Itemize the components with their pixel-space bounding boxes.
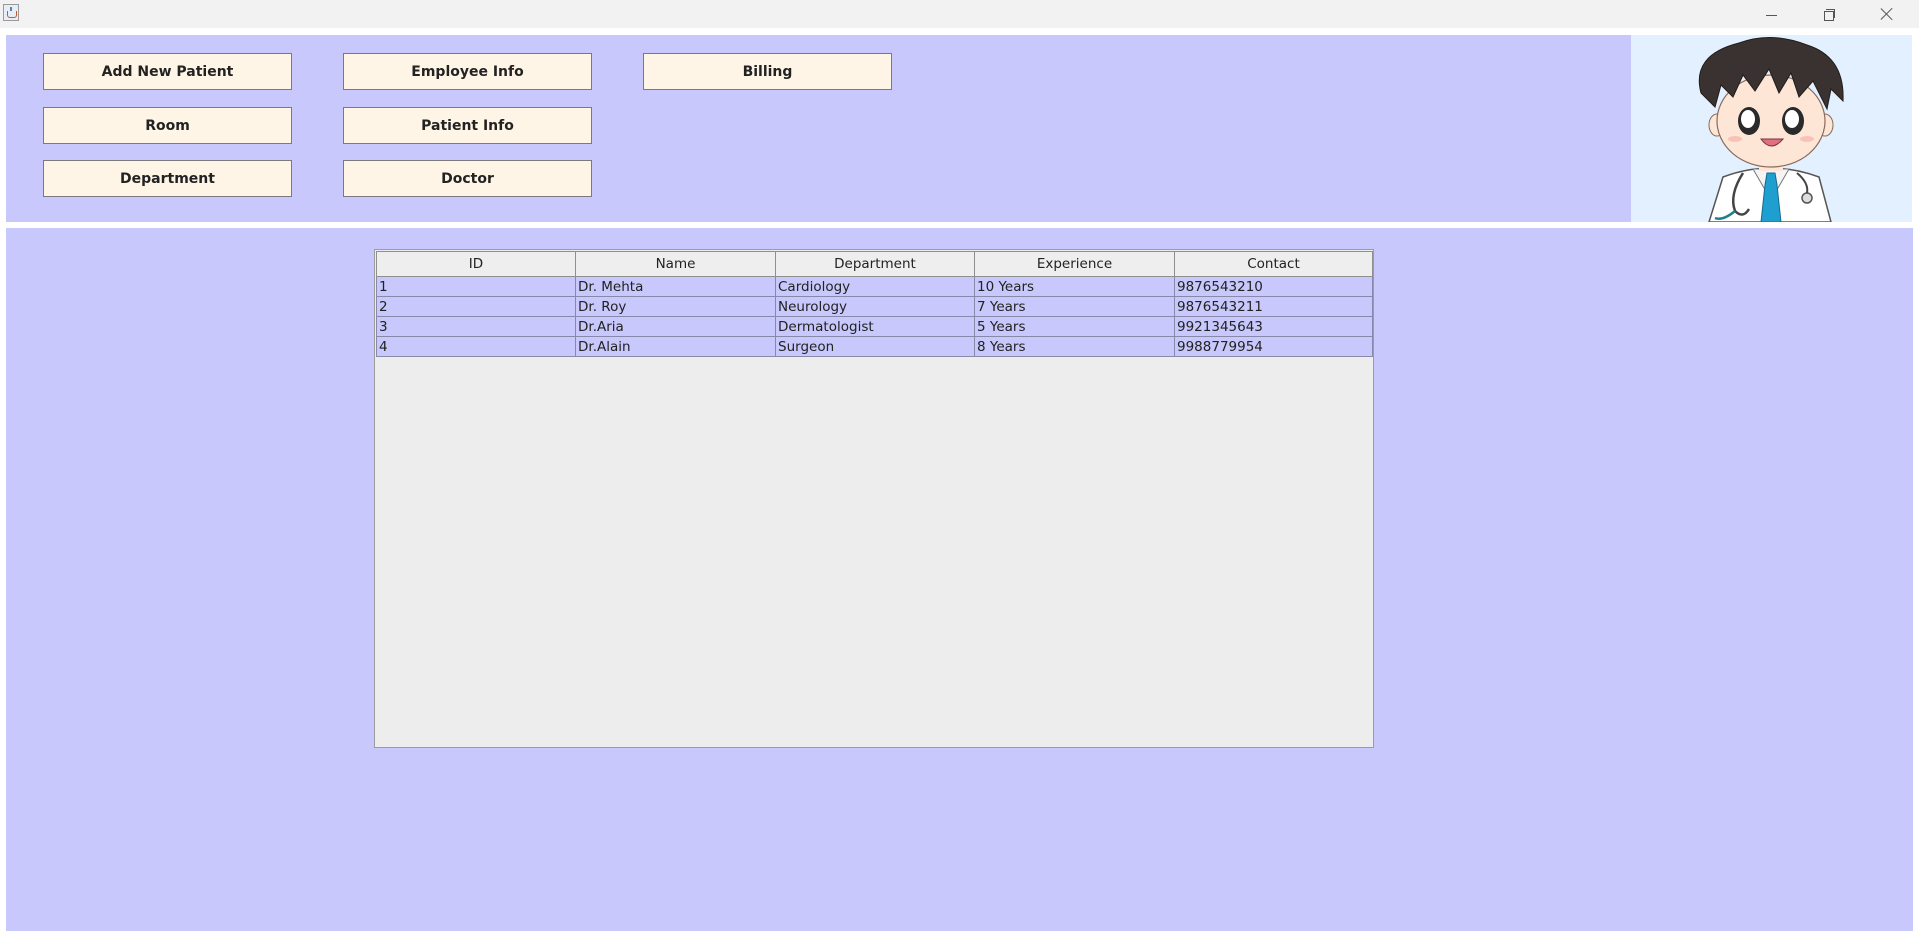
patient-info-button[interactable]: Patient Info bbox=[343, 107, 592, 144]
cell-department[interactable]: Dermatologist bbox=[775, 316, 975, 337]
doctor-button[interactable]: Doctor bbox=[343, 160, 592, 197]
cell-department[interactable]: Surgeon bbox=[775, 336, 975, 357]
cell-experience[interactable]: 10 Years bbox=[974, 276, 1175, 297]
close-button[interactable] bbox=[1858, 0, 1916, 28]
table-row[interactable]: 4 Dr.Alain Surgeon 8 Years 9988779954 bbox=[376, 336, 1373, 357]
table-row[interactable]: 1 Dr. Mehta Cardiology 10 Years 98765432… bbox=[376, 276, 1373, 297]
cell-name[interactable]: Dr.Alain bbox=[575, 336, 776, 357]
add-new-patient-button[interactable]: Add New Patient bbox=[43, 53, 292, 90]
table-header-row: ID Name Department Experience Contact bbox=[376, 251, 1373, 277]
column-header-experience[interactable]: Experience bbox=[974, 251, 1175, 277]
cell-contact[interactable]: 9876543210 bbox=[1174, 276, 1373, 297]
cell-experience[interactable]: 5 Years bbox=[974, 316, 1175, 337]
window-title-bar bbox=[0, 0, 1919, 28]
column-header-contact[interactable]: Contact bbox=[1174, 251, 1373, 277]
cell-name[interactable]: Dr.Aria bbox=[575, 316, 776, 337]
navigation-panel: Add New Patient Employee Info Billing Ro… bbox=[6, 35, 1631, 222]
cell-name[interactable]: Dr. Mehta bbox=[575, 276, 776, 297]
close-icon bbox=[1880, 7, 1894, 21]
doctors-table[interactable]: ID Name Department Experience Contact 1 … bbox=[376, 251, 1373, 357]
cell-contact[interactable]: 9876543211 bbox=[1174, 296, 1373, 317]
restore-button[interactable] bbox=[1800, 0, 1858, 28]
doctor-avatar-icon bbox=[1698, 36, 1844, 222]
cell-department[interactable]: Neurology bbox=[775, 296, 975, 317]
column-header-id[interactable]: ID bbox=[376, 251, 576, 277]
cell-id[interactable]: 3 bbox=[376, 316, 576, 337]
table-row[interactable]: 3 Dr.Aria Dermatologist 5 Years 99213456… bbox=[376, 316, 1373, 337]
room-button[interactable]: Room bbox=[43, 107, 292, 144]
minimize-button[interactable] bbox=[1742, 0, 1800, 28]
column-header-name[interactable]: Name bbox=[575, 251, 776, 277]
java-app-icon[interactable] bbox=[3, 4, 19, 21]
column-header-department[interactable]: Department bbox=[775, 251, 975, 277]
cell-contact[interactable]: 9988779954 bbox=[1174, 336, 1373, 357]
table-row[interactable]: 2 Dr. Roy Neurology 7 Years 9876543211 bbox=[376, 296, 1373, 317]
department-button[interactable]: Department bbox=[43, 160, 292, 197]
billing-button[interactable]: Billing bbox=[643, 53, 892, 90]
cell-department[interactable]: Cardiology bbox=[775, 276, 975, 297]
doctors-table-scroll-pane[interactable]: ID Name Department Experience Contact 1 … bbox=[374, 249, 1374, 748]
minimize-icon bbox=[1765, 14, 1777, 16]
cell-experience[interactable]: 7 Years bbox=[974, 296, 1175, 317]
cell-id[interactable]: 1 bbox=[376, 276, 576, 297]
cell-experience[interactable]: 8 Years bbox=[974, 336, 1175, 357]
cell-contact[interactable]: 9921345643 bbox=[1174, 316, 1373, 337]
main-content-panel: ID Name Department Experience Contact 1 … bbox=[6, 228, 1913, 931]
doctor-avatar-panel bbox=[1631, 35, 1912, 222]
restore-icon bbox=[1823, 8, 1835, 21]
cell-id[interactable]: 4 bbox=[376, 336, 576, 357]
cell-id[interactable]: 2 bbox=[376, 296, 576, 317]
employee-info-button[interactable]: Employee Info bbox=[343, 53, 592, 90]
cell-name[interactable]: Dr. Roy bbox=[575, 296, 776, 317]
